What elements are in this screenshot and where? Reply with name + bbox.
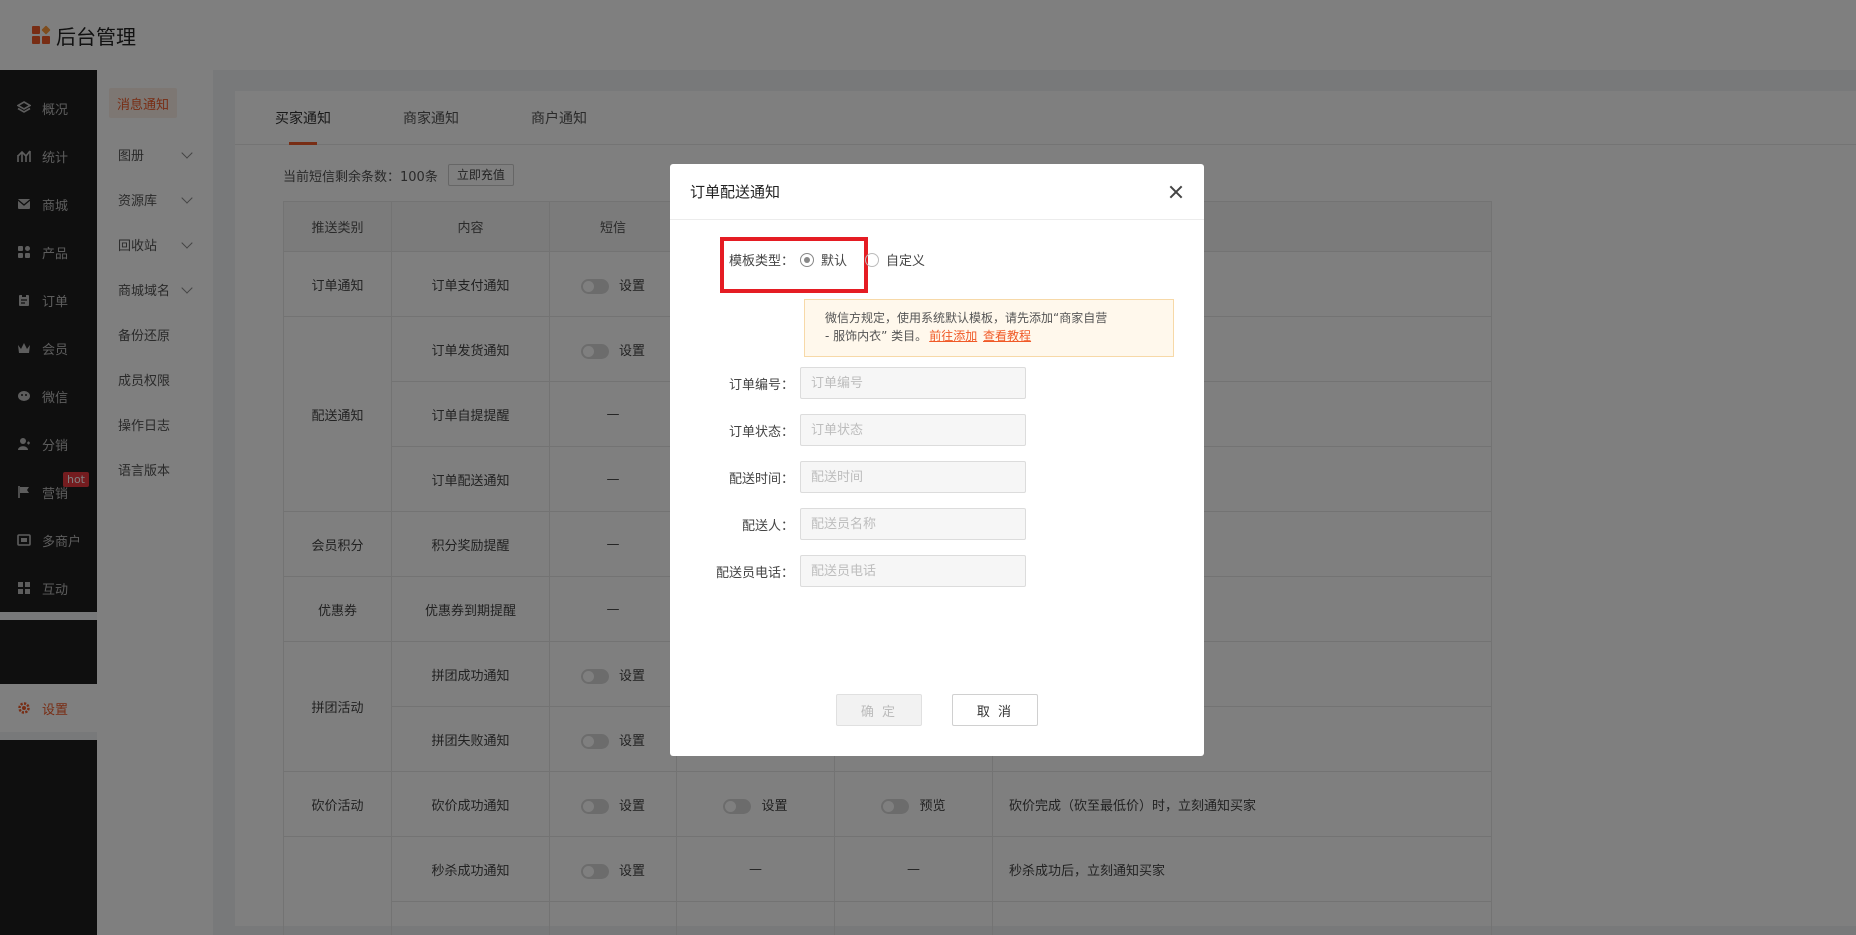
radio-custom[interactable]: 自定义: [865, 250, 925, 269]
confirm-button[interactable]: 确 定: [836, 694, 922, 726]
view-tutorial-link[interactable]: 查看教程: [983, 329, 1031, 343]
cancel-button[interactable]: 取 消: [952, 694, 1038, 726]
radio-checked-icon[interactable]: [800, 252, 814, 267]
order-number-row: 订单编号：: [670, 367, 1026, 399]
delivery-time-row: 配送时间：: [670, 461, 1026, 493]
order-status-input[interactable]: [800, 414, 1026, 446]
radio-default[interactable]: 默认: [800, 250, 847, 269]
courier-phone-input[interactable]: [800, 555, 1026, 587]
close-icon[interactable]: [1168, 184, 1184, 200]
order-status-row: 订单状态：: [670, 414, 1026, 446]
modal-footer: 确 定 取 消: [670, 694, 1204, 726]
delivery-notice-modal: 订单配送通知 模板类型： 默认 自定义 微信方规定，使用系统默认模板，请先添加“…: [670, 164, 1204, 756]
radio-unchecked-icon[interactable]: [865, 252, 880, 267]
courier-name-row: 配送人：: [670, 508, 1026, 540]
go-add-link[interactable]: 前往添加: [929, 329, 977, 343]
template-type-label: 模板类型：: [728, 254, 794, 269]
modal-header: 订单配送通知: [670, 164, 1204, 220]
template-type-row: 模板类型： 默认 自定义: [670, 250, 943, 269]
delivery-time-input[interactable]: [800, 461, 1026, 493]
order-number-input[interactable]: [800, 367, 1026, 399]
wechat-notice: 微信方规定，使用系统默认模板，请先添加“商家自营 - 服饰内衣” 类目。 前往添加…: [804, 299, 1174, 357]
courier-phone-row: 配送员电话：: [670, 555, 1026, 587]
courier-name-input[interactable]: [800, 508, 1026, 540]
modal-title: 订单配送通知: [690, 183, 781, 201]
